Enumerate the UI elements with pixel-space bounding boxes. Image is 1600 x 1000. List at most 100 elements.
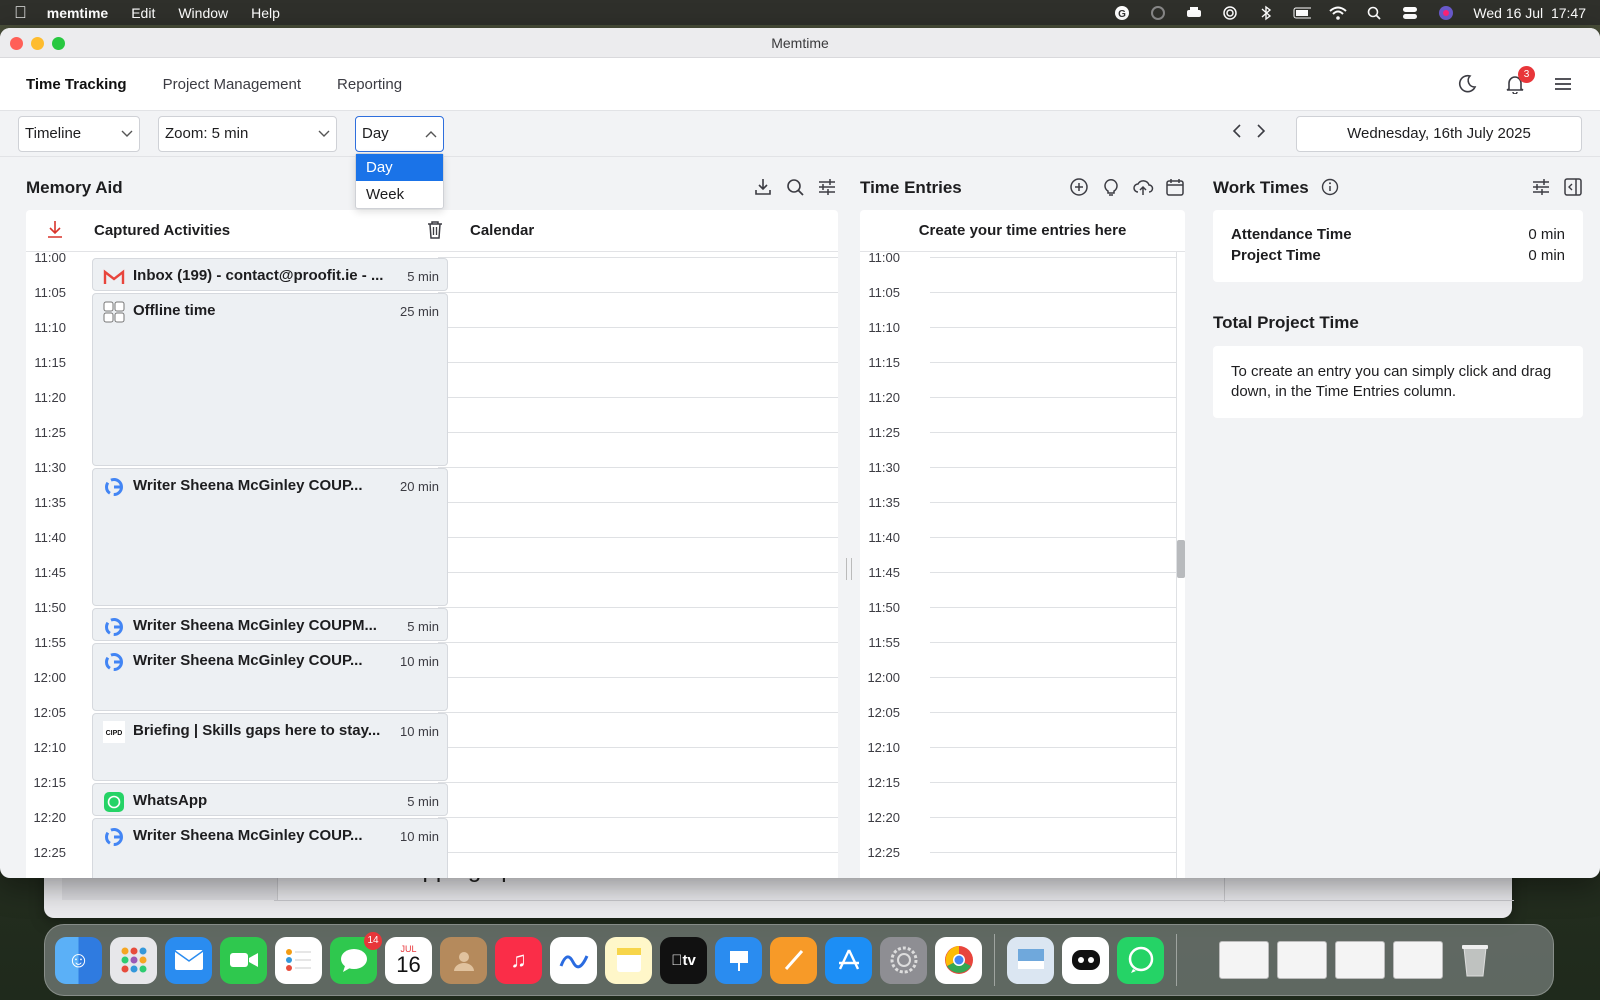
menu-app-name[interactable]: memtime: [47, 5, 108, 21]
captured-activity[interactable]: WhatsApp 5 min: [92, 783, 448, 816]
dock-launchpad-icon[interactable]: [110, 936, 157, 984]
dock-contacts-icon[interactable]: [440, 936, 487, 984]
time-label: 11:20: [34, 390, 66, 405]
dock-reminders-icon[interactable]: [275, 936, 322, 984]
dock-memtime-icon[interactable]: [1062, 936, 1109, 984]
column-resize-handle[interactable]: [846, 558, 852, 580]
add-entry-icon[interactable]: [1068, 176, 1090, 198]
trash-icon[interactable]: [426, 220, 444, 245]
control-center-icon[interactable]: [1401, 6, 1419, 20]
zoom-window-button[interactable]: [52, 37, 65, 50]
next-day-chevron-icon[interactable]: [1256, 124, 1266, 143]
date-picker[interactable]: Wednesday, 16th July 2025: [1296, 115, 1582, 152]
notifications-bell-icon[interactable]: 3: [1504, 66, 1535, 95]
tab-reporting[interactable]: Reporting: [337, 76, 402, 93]
activity-duration: 5 min: [407, 619, 439, 634]
calendar-gridline: [438, 362, 838, 363]
dock-mail-icon[interactable]: [165, 936, 212, 984]
period-option-day[interactable]: Day: [356, 154, 443, 181]
hamburger-menu-icon[interactable]: [1552, 73, 1574, 95]
search-icon[interactable]: [784, 176, 806, 198]
view-select[interactable]: Timeline: [18, 115, 140, 152]
time-entries-gridline: [930, 467, 1177, 468]
tab-time-tracking[interactable]: Time Tracking: [26, 76, 127, 93]
lightbulb-icon[interactable]: [1100, 176, 1122, 198]
dock-minimized-window[interactable]: [1219, 941, 1269, 979]
previous-day-chevron-icon[interactable]: [1232, 124, 1242, 143]
wifi-icon[interactable]: [1329, 6, 1348, 20]
captured-activity[interactable]: Writer Sheena McGinley COUPM... 5 min: [92, 608, 448, 641]
dock-whatsapp-icon[interactable]: [1117, 936, 1164, 984]
time-entries-gridline: [930, 292, 1177, 293]
dock-notes-icon[interactable]: [605, 936, 652, 984]
dock-keynote-icon[interactable]: [715, 936, 762, 984]
menu-datetime[interactable]: Wed 16 Jul 17:47: [1473, 5, 1586, 21]
collapse-panel-icon[interactable]: [1562, 176, 1584, 198]
download-activities-icon[interactable]: [46, 220, 64, 245]
dock-finder-icon[interactable]: ☺: [55, 936, 102, 984]
captured-activity[interactable]: CIPD Briefing | Skills gaps here to stay.…: [92, 713, 448, 781]
activity-duration: 5 min: [407, 269, 439, 284]
dock-minimized-window[interactable]: [1335, 941, 1385, 979]
time-entries-gridline: [930, 852, 1177, 853]
dock-system-settings-icon[interactable]: [880, 936, 927, 984]
dock-music-icon[interactable]: ♫: [495, 936, 542, 984]
dock-minimized-window[interactable]: [1393, 941, 1443, 979]
captured-activity[interactable]: Inbox (199) - contact@proofit.ie - ... 5 …: [92, 258, 448, 291]
dock-app-store-icon[interactable]: [825, 936, 872, 984]
time-entries-gridline: [930, 257, 1177, 258]
scrollbar-thumb[interactable]: [1177, 540, 1185, 578]
download-icon[interactable]: [752, 176, 774, 198]
airdrop-icon[interactable]: [1221, 5, 1239, 20]
dock-apple-tv-icon[interactable]: tv: [660, 936, 707, 984]
period-option-week[interactable]: Week: [356, 181, 443, 208]
time-entries-gridline: [930, 642, 1177, 643]
menu-window[interactable]: Window: [178, 5, 228, 21]
dock-chrome-icon[interactable]: [935, 936, 982, 984]
settings-sliders-icon[interactable]: [1530, 176, 1552, 198]
work-times-label: Work Times: [1213, 178, 1309, 197]
minimize-window-button[interactable]: [31, 37, 44, 50]
time-entries-header[interactable]: Create your time entries here: [860, 210, 1185, 252]
printer-status-icon[interactable]: [1185, 6, 1203, 20]
battery-icon[interactable]: [1293, 6, 1312, 20]
menu-help[interactable]: Help: [251, 5, 280, 21]
dock-preview-icon[interactable]: [1007, 936, 1054, 984]
siri-icon[interactable]: [1437, 5, 1455, 20]
dock-calendar-icon[interactable]: JUL 16: [385, 936, 432, 984]
dock-facetime-icon[interactable]: [220, 936, 267, 984]
spotlight-search-icon[interactable]: [1365, 6, 1383, 20]
captured-activity[interactable]: Writer Sheena McGinley COUP... 10 min: [92, 643, 448, 711]
svg-text:CIPD: CIPD: [106, 730, 123, 737]
dock-messages-icon[interactable]: 14: [330, 931, 382, 984]
captured-activity[interactable]: Offline time 25 min: [92, 293, 448, 466]
close-window-button[interactable]: [10, 37, 23, 50]
activity-title: Briefing | Skills gaps here to stay...: [133, 722, 381, 739]
dock-freeform-icon[interactable]: [550, 936, 597, 984]
memtime-status-icon[interactable]: [1149, 5, 1167, 20]
time-entries-gridline: [930, 782, 1177, 783]
menu-edit[interactable]: Edit: [131, 5, 155, 21]
dark-mode-icon[interactable]: [1456, 73, 1478, 95]
tab-project-management[interactable]: Project Management: [163, 76, 301, 93]
filter-sliders-icon[interactable]: [816, 176, 838, 198]
period-select[interactable]: Day: [355, 115, 444, 152]
captured-activity[interactable]: Writer Sheena McGinley COUP... 20 min: [92, 468, 448, 606]
google-icon: [103, 476, 125, 498]
zoom-select[interactable]: Zoom: 5 min: [158, 115, 337, 152]
apple-menu-icon[interactable]: : [14, 3, 27, 23]
activity-title: Writer Sheena McGinley COUP...: [133, 652, 363, 669]
dock-trash-icon[interactable]: [1451, 937, 1498, 984]
dock-minimized-window[interactable]: [1277, 941, 1327, 979]
project-time-value: 0 min: [1528, 247, 1565, 264]
bluetooth-icon[interactable]: [1257, 5, 1275, 20]
captured-activity[interactable]: Writer Sheena McGinley COUP... 10 min: [92, 818, 448, 878]
time-label: 11:35: [868, 495, 900, 510]
cloud-upload-icon[interactable]: [1132, 176, 1154, 198]
grammarly-icon[interactable]: G: [1113, 5, 1131, 20]
dock-pages-icon[interactable]: [770, 936, 817, 984]
top-navigation: Time Tracking Project Management Reporti…: [0, 58, 1600, 111]
info-icon[interactable]: [1321, 178, 1339, 201]
calendar-gridline: [438, 257, 838, 258]
calendar-icon[interactable]: [1164, 176, 1186, 198]
